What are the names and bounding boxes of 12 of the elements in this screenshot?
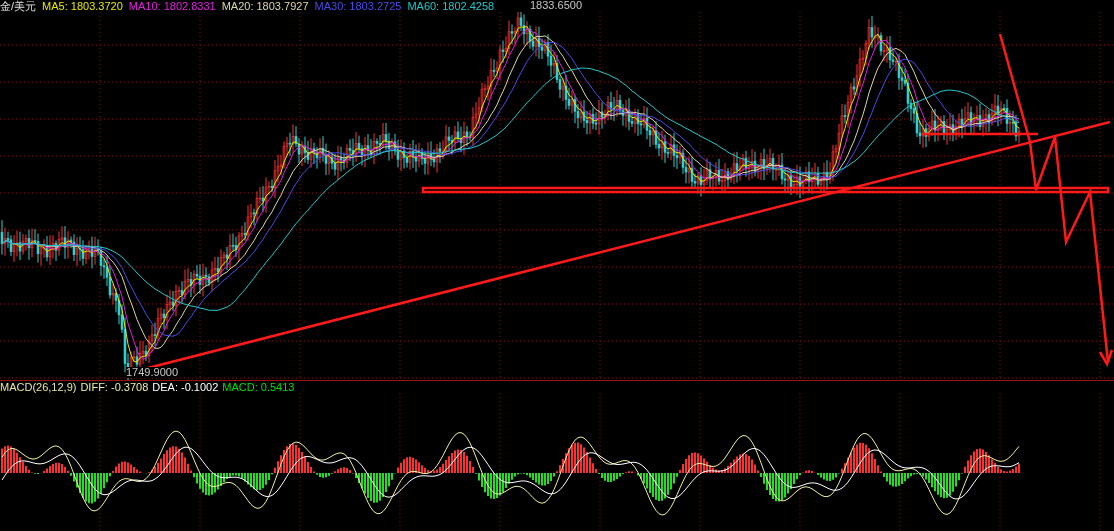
price-label: 1749.9000 xyxy=(126,367,178,378)
price-label: 1833.6500 xyxy=(530,0,582,11)
moving-average-label: MA60: 1802.4258 xyxy=(407,0,495,12)
moving-average-label: MA30: 1803.2725 xyxy=(314,0,402,12)
indicator-label: MACD: 0.5413 xyxy=(222,381,295,393)
indicator-label: MACD(26,12,9) xyxy=(0,381,77,393)
moving-average-label: MA20: 1803.7927 xyxy=(221,0,309,12)
moving-average-label: MA10: 1802.8331 xyxy=(128,0,216,12)
moving-average-label: MA5: 1803.3720 xyxy=(42,0,123,12)
instrument-title: 金/美元 xyxy=(0,0,37,14)
indicator-label: DIFF: -0.3708 xyxy=(80,381,149,393)
indicator-label: DEA: -0.1002 xyxy=(152,381,219,393)
